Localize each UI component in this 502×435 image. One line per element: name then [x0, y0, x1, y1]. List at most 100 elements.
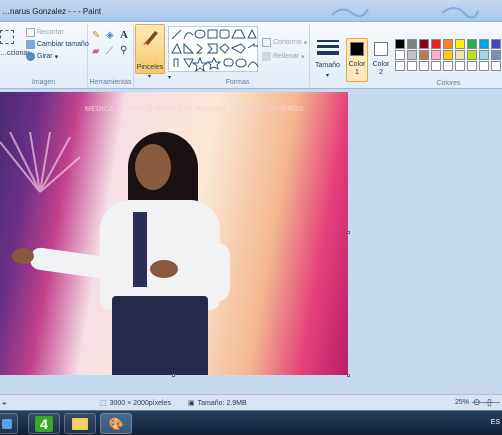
- ribbon: …ccionar Recortar Cambiar tamaño Girar ▾…: [0, 22, 502, 89]
- palette-swatch[interactable]: [419, 39, 429, 49]
- background-banner-text: MEDICA · CABLE & WIRELESS PANAMA · CAJA …: [85, 106, 304, 113]
- brushes-button[interactable]: Pinceles ▾: [135, 24, 165, 80]
- photo-tie: [133, 212, 147, 287]
- palette-swatch[interactable]: [467, 39, 477, 49]
- dimensions-text: 3000 × 2000píxeles: [109, 399, 171, 407]
- language-indicator[interactable]: ES: [491, 419, 500, 426]
- window-title: …narus Gonzalez - - - Paint: [2, 7, 102, 16]
- file-size: ▣ Tamaño: 2.9MB: [188, 399, 247, 408]
- text-tool-icon[interactable]: A: [120, 29, 128, 41]
- fill-label: Rellenar: [273, 53, 300, 60]
- paint-icon: 🎨: [108, 416, 124, 431]
- photo-hand-right: [150, 260, 178, 278]
- rotate-label: Girar: [37, 53, 53, 60]
- chevron-down-icon: ▾: [148, 74, 152, 80]
- palette-swatch[interactable]: [455, 61, 465, 71]
- taskbar-app-4[interactable]: 4: [28, 413, 60, 434]
- zoom-slider[interactable]: [472, 402, 500, 403]
- brush-icon: [143, 31, 158, 45]
- size-button[interactable]: Tamaño: [315, 62, 340, 69]
- color-palette: [395, 39, 502, 71]
- magnifier-icon[interactable]: ⚲: [120, 45, 127, 56]
- palette-swatch[interactable]: [491, 50, 501, 60]
- outline-label: Contorno: [273, 39, 302, 46]
- palette-swatch[interactable]: [479, 61, 489, 71]
- colors-group-label: Colores: [436, 80, 461, 87]
- dimensions-icon: ⬚: [100, 400, 107, 407]
- palette-swatch[interactable]: [479, 50, 489, 60]
- taskbar: 4 🎨 ES: [0, 410, 502, 435]
- palette-swatch[interactable]: [419, 61, 429, 71]
- palette-swatch[interactable]: [419, 50, 429, 60]
- eraser-icon[interactable]: ▰: [92, 46, 100, 57]
- palette-swatch[interactable]: [455, 50, 465, 60]
- chevron-down-icon: ▾: [303, 39, 308, 47]
- palette-swatch[interactable]: [431, 50, 441, 60]
- zoom-slider-thumb-icon[interactable]: ▯: [487, 397, 492, 408]
- palette-swatch[interactable]: [443, 50, 453, 60]
- image-canvas[interactable]: MEDICA · CABLE & WIRELESS PANAMA · CAJA …: [0, 92, 348, 375]
- palette-swatch[interactable]: [467, 50, 477, 60]
- palette-swatch[interactable]: [443, 61, 453, 71]
- canvas-workspace: MEDICA · CABLE & WIRELESS PANAMA · CAJA …: [0, 89, 502, 394]
- title-bar: …narus Gonzalez - - - Paint: [0, 0, 502, 22]
- palette-swatch[interactable]: [491, 39, 501, 49]
- color2-button[interactable]: Color 2: [370, 38, 392, 82]
- image-dimensions: ⬚ 3000 × 2000píxeles: [100, 399, 171, 408]
- shapes-gallery-icons: [171, 28, 259, 73]
- windows-icon: [2, 418, 12, 429]
- file-size-text: Tamaño: 2.9MB: [197, 399, 247, 407]
- size-label: Tamaño: [315, 62, 340, 69]
- crop-label: Recortar: [37, 29, 64, 36]
- palette-swatch[interactable]: [431, 61, 441, 71]
- palette-swatch[interactable]: [491, 61, 501, 71]
- palette-swatch[interactable]: [467, 61, 477, 71]
- palette-swatch[interactable]: [407, 39, 417, 49]
- tools-group: ✎ ◈ A ▰ ⟋ ⚲ Herramientas: [88, 24, 134, 87]
- palette-swatch[interactable]: [407, 61, 417, 71]
- color1-swatch: [350, 42, 364, 56]
- color2-label: Color: [372, 61, 390, 68]
- shapes-group: ▾ Contorno ▾ Rellenar ▾ Formas: [166, 24, 310, 87]
- color1-button[interactable]: Color 1: [346, 38, 368, 82]
- size-lines-icon[interactable]: [317, 40, 339, 60]
- outline-button[interactable]: Contorno ▾: [262, 38, 307, 47]
- palette-swatch[interactable]: [395, 61, 405, 71]
- resize-button[interactable]: Cambiar tamaño: [26, 40, 89, 49]
- resize-icon: [26, 40, 35, 49]
- taskbar-explorer[interactable]: [64, 413, 96, 434]
- fill-button[interactable]: Rellenar ▾: [262, 52, 305, 61]
- color1-number: 1: [355, 69, 359, 76]
- resize-label: Cambiar tamaño: [37, 41, 89, 48]
- background-rays-icon: [0, 132, 80, 193]
- chevron-down-icon: ▾: [326, 73, 330, 79]
- photo-skirt: [112, 296, 208, 375]
- palette-swatch[interactable]: [407, 50, 417, 60]
- image-group: …ccionar Recortar Cambiar tamaño Girar ▾…: [0, 24, 89, 87]
- shapes-gallery[interactable]: [168, 26, 259, 73]
- rotate-button[interactable]: Girar ▾: [26, 52, 58, 61]
- palette-swatch[interactable]: [455, 39, 465, 49]
- pencil-icon[interactable]: ✎: [92, 30, 100, 41]
- palette-swatch[interactable]: [395, 39, 405, 49]
- photo-hand-left: [12, 248, 34, 264]
- color2-swatch: [374, 42, 388, 56]
- resize-handle-bottom[interactable]: [172, 374, 175, 377]
- palette-swatch[interactable]: [395, 50, 405, 60]
- title-decoration-icon: [441, 7, 479, 19]
- taskbar-paint[interactable]: 🎨: [100, 413, 132, 434]
- start-button[interactable]: [0, 413, 18, 434]
- photo-arm-left: [28, 246, 112, 280]
- palette-swatch[interactable]: [443, 39, 453, 49]
- resize-handle-corner[interactable]: [347, 374, 350, 377]
- fill-icon: [262, 52, 271, 61]
- brushes-label: Pinceles: [136, 64, 164, 71]
- palette-swatch[interactable]: [431, 39, 441, 49]
- palette-swatch[interactable]: [479, 39, 489, 49]
- outline-icon: [262, 38, 271, 47]
- tools-group-label: Herramientas: [89, 79, 132, 86]
- crop-button[interactable]: Recortar: [26, 28, 64, 37]
- fill-bucket-icon[interactable]: ◈: [106, 30, 114, 41]
- color-picker-icon[interactable]: ⟋: [106, 46, 113, 57]
- resize-handle-right[interactable]: [347, 231, 350, 234]
